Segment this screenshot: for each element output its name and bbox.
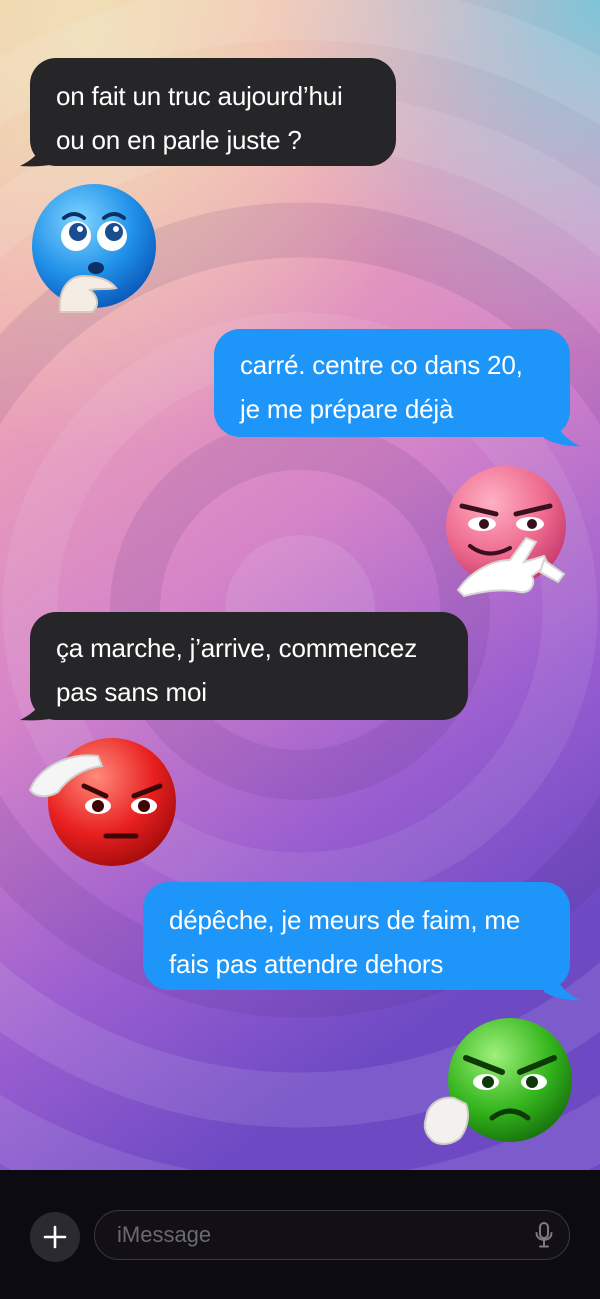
- message-text-line: on fait un truc aujourd’hui: [56, 81, 343, 111]
- message-text-line: dépêche, je meurs de faim, me: [169, 905, 521, 935]
- scheming-pink-emoji-sticker[interactable]: [440, 464, 572, 600]
- message-composer-bar: iMessage: [0, 1170, 600, 1299]
- plus-icon: [43, 1225, 67, 1249]
- message-text-line: ça marche, j’arrive, commencez: [56, 633, 417, 663]
- message-text-line: ou on en parle juste ?: [56, 125, 302, 155]
- bubble-tail-outgoing: [544, 420, 580, 447]
- message-bubble-outgoing[interactable]: dépêche, je meurs de faim, me fais pas a…: [143, 882, 570, 990]
- microphone-icon[interactable]: [535, 1222, 553, 1248]
- message-text-line: carré. centre co dans 20,: [240, 350, 523, 380]
- thinking-blue-emoji-sticker[interactable]: [28, 180, 160, 316]
- message-input-field[interactable]: iMessage: [94, 1210, 570, 1260]
- message-input-placeholder: iMessage: [117, 1222, 212, 1247]
- message-bubble-incoming[interactable]: on fait un truc aujourd’hui ou on en par…: [30, 58, 396, 166]
- message-bubble-incoming[interactable]: ça marche, j’arrive, commencez pas sans …: [30, 612, 468, 720]
- bubble-tail-incoming: [20, 694, 56, 721]
- message-text-line: fais pas attendre dehors: [169, 949, 444, 979]
- bubble-tail-incoming: [20, 140, 56, 167]
- message-bubble-outgoing[interactable]: carré. centre co dans 20, je me prépare …: [214, 329, 570, 437]
- bubble-tail-outgoing: [544, 974, 580, 1001]
- saluting-red-emoji-sticker[interactable]: [28, 734, 178, 870]
- messages-screen: on fait un truc aujourd’hui ou on en par…: [0, 0, 600, 1299]
- message-text-line: pas sans moi: [56, 677, 207, 707]
- message-text-line: je me prépare déjà: [240, 394, 454, 424]
- angry-green-emoji-sticker[interactable]: [420, 1014, 574, 1154]
- add-attachment-button[interactable]: [30, 1212, 80, 1262]
